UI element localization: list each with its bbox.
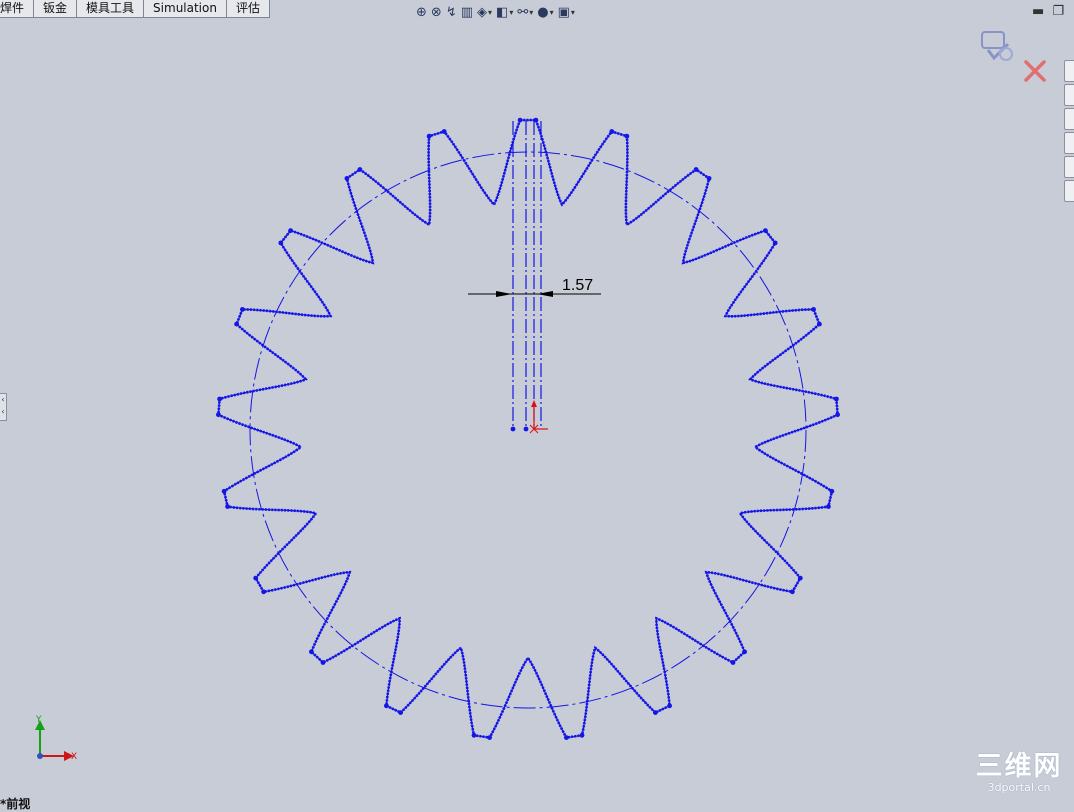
watermark-main-text: 三维网 — [975, 751, 1063, 782]
sketch-point — [829, 488, 835, 494]
sketch-point — [320, 660, 326, 665]
sketch-point — [288, 228, 293, 234]
sketch-point — [309, 649, 314, 655]
sketch-point — [278, 240, 284, 246]
sketch-point — [564, 735, 569, 740]
dimension-value[interactable]: 1.57 — [562, 277, 593, 294]
sketch-point — [517, 117, 523, 123]
sketch-point — [730, 660, 736, 665]
sketch-point — [225, 504, 231, 509]
sketch-point — [797, 575, 803, 581]
sketch-point — [817, 321, 822, 327]
sketch-point — [398, 710, 403, 715]
sketch-point — [471, 732, 477, 738]
sketch-point — [344, 176, 350, 181]
sketch-point — [609, 129, 615, 134]
sketch-point — [811, 307, 816, 312]
sketch-point — [240, 307, 245, 312]
sketch-point — [579, 732, 585, 738]
sketch-point — [826, 504, 831, 509]
triad-x-label: X — [71, 752, 77, 762]
sketch-point — [624, 133, 630, 139]
sketch-point — [835, 412, 840, 418]
sketch-point — [261, 589, 266, 595]
origin-marker — [529, 400, 548, 434]
sketch-point — [357, 167, 363, 172]
sketch-point — [742, 649, 747, 655]
sketch-point — [253, 575, 259, 581]
sketch-point — [441, 129, 447, 134]
reference-triad: Y X — [35, 715, 77, 762]
view-orientation-label: *前视 — [0, 797, 31, 811]
watermark-logo: 三维网 3dportal.cn — [972, 752, 1066, 794]
sketch-point — [234, 321, 240, 327]
sketch-point — [221, 488, 227, 494]
gear-sketch-canvas: 1.57 — [216, 117, 840, 740]
watermark-url-text: 3dportal.cn — [987, 781, 1051, 794]
sketch-point — [693, 167, 699, 172]
sketch-point — [653, 710, 658, 715]
sketch-point — [763, 228, 768, 234]
sketch-point — [706, 176, 712, 181]
sketch-point — [667, 703, 672, 709]
sketch-point — [772, 240, 778, 246]
sketch-point — [487, 735, 492, 740]
sketch-point — [834, 396, 839, 402]
triad-y-label: Y — [35, 715, 42, 725]
sketch-point — [426, 133, 432, 139]
sketch-point — [790, 589, 795, 595]
sketch-point — [523, 426, 529, 432]
sketch-point — [384, 703, 389, 709]
sketch-point — [216, 412, 221, 418]
sketch-point — [217, 396, 223, 402]
sketch-point — [510, 426, 516, 432]
